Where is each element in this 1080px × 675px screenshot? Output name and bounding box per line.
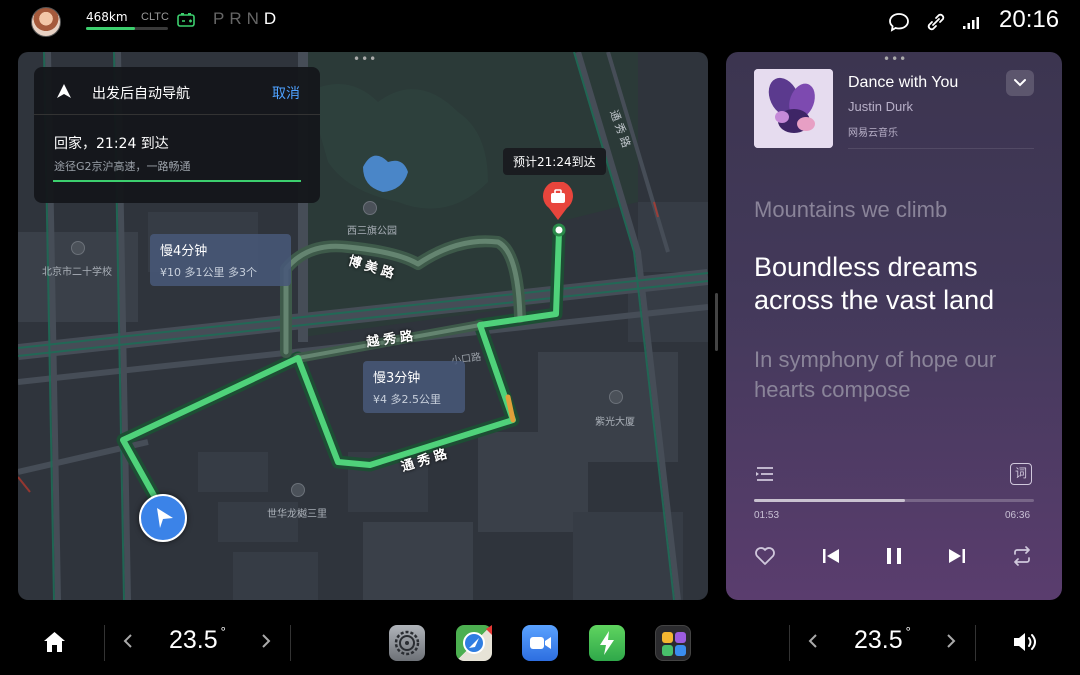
charging-app-icon[interactable] <box>589 625 625 661</box>
compass-icon <box>463 625 492 654</box>
school-label: 北京市二十学校 <box>42 267 112 278</box>
gear-r: R <box>229 9 247 28</box>
lyric-previous: Mountains we climb <box>754 197 948 222</box>
auto-navigation-title: 出发后自动导航 <box>92 86 190 102</box>
navigation-eta: 回家，21:24 到达 <box>54 136 169 152</box>
destination-eta-bubble: 预计21:24到达 <box>503 148 606 175</box>
gear-p: P <box>213 9 230 28</box>
music-player: ••• Dance with You Justin Durk 网易云音乐 Mou… <box>726 52 1062 600</box>
range-bar <box>86 27 168 30</box>
maps-app-icon[interactable] <box>456 625 492 661</box>
gear-n: N <box>246 9 264 28</box>
battery-charging-icon <box>177 13 195 27</box>
alt-route-1-time: 慢4分钟 <box>160 244 208 259</box>
video-call-app-icon[interactable] <box>522 625 558 661</box>
gear-selector: PRND <box>213 9 281 29</box>
right-temperature-value: 23.5 <box>854 626 903 654</box>
current-location-marker <box>139 494 187 542</box>
album-art-image <box>754 69 833 148</box>
tower-poi-icon <box>609 390 623 404</box>
range-standard: CLTC <box>141 11 169 23</box>
temp-right-increase-icon[interactable] <box>944 630 958 652</box>
dock-divider <box>290 625 291 661</box>
lightning-bolt-icon <box>600 631 614 655</box>
gear-icon <box>394 630 420 656</box>
navigation-route-bar <box>53 180 301 182</box>
volume-icon[interactable] <box>1012 631 1040 653</box>
favorite-heart-icon[interactable] <box>753 545 777 567</box>
alt-route-card-2[interactable]: 慢3分钟 ¥4 多2.5公里 <box>363 361 465 413</box>
right-temperature-degree: ° <box>905 624 911 639</box>
navigation-route-description: 途径G2京沪高速，一路畅通 <box>54 160 191 173</box>
dock-divider <box>104 625 105 661</box>
gear-d: D <box>263 9 282 28</box>
map-drag-handle[interactable]: ••• <box>353 53 377 65</box>
left-temperature: 23.5 ° <box>169 624 226 655</box>
music-drag-handle[interactable]: ••• <box>883 53 907 65</box>
navigation-panel: 出发后自动导航 取消 回家，21:24 到达 途径G2京沪高速，一路畅通 <box>34 67 320 203</box>
album-cover[interactable] <box>754 69 833 148</box>
music-divider <box>848 148 1034 149</box>
pause-icon[interactable] <box>883 545 905 567</box>
park-label: 西三旗公园 <box>347 226 397 237</box>
residence-poi-icon <box>291 483 305 497</box>
alt-route-2-detail: ¥4 多2.5公里 <box>373 393 441 406</box>
cancel-navigation-button[interactable]: 取消 <box>272 83 300 103</box>
dock-divider <box>789 625 790 661</box>
alt-route-2-time: 慢3分钟 <box>373 371 421 386</box>
apps-grid-icon <box>662 632 686 656</box>
left-temperature-value: 23.5 <box>169 626 218 654</box>
clock: 20:16 <box>999 6 1060 33</box>
navigate-arrow-icon <box>57 84 71 98</box>
video-camera-icon <box>530 637 551 649</box>
chevron-down-icon <box>1014 79 1026 87</box>
next-track-icon[interactable] <box>946 545 968 567</box>
lyric-next: In symphony of hope our hearts compose <box>754 347 997 402</box>
time-elapsed: 01:53 <box>754 510 780 521</box>
tower-label: 紫光大厦 <box>595 417 635 428</box>
split-view-handle[interactable] <box>715 293 718 351</box>
repeat-icon[interactable] <box>1010 545 1034 567</box>
song-title: Dance with You <box>848 74 959 91</box>
app-grid-icon[interactable] <box>655 625 691 661</box>
collapse-button[interactable] <box>1006 70 1034 96</box>
playlist-icon[interactable] <box>754 464 776 484</box>
link-icon[interactable] <box>924 10 948 34</box>
destination-pin-icon[interactable] <box>541 182 575 222</box>
home-icon[interactable] <box>42 630 67 654</box>
alt-route-card-1[interactable]: 慢4分钟 ¥10 多1公里 多3个 <box>150 234 291 286</box>
signal-icon <box>963 17 979 29</box>
navigation-arrow-icon <box>157 508 173 528</box>
status-bar: 468km CLTC PRND 20:16 <box>0 0 1080 44</box>
temp-left-increase-icon[interactable] <box>259 630 273 652</box>
temp-left-decrease-icon[interactable] <box>121 630 135 652</box>
navigation-panel-header: 出发后自动导航 取消 <box>34 67 320 115</box>
navigation-map[interactable]: ••• 西三旗公园 北京市二十学校 紫光大厦 世华龙樾三里 博美路 越秀路 通秀… <box>18 52 708 600</box>
right-temperature: 23.5 ° <box>854 624 911 655</box>
residence-label: 世华龙樾三里 <box>267 509 327 520</box>
park-poi-icon <box>363 201 377 215</box>
music-source: 网易云音乐 <box>848 128 898 139</box>
settings-app-icon[interactable] <box>389 625 425 661</box>
lyric-current: Boundless dreams across the vast land <box>754 252 995 315</box>
song-artist: Justin Durk <box>848 99 914 114</box>
message-icon[interactable] <box>887 10 911 34</box>
time-total: 06:36 <box>1005 510 1031 521</box>
bottom-dock: 23.5 ° 23.5 ° <box>0 608 1080 675</box>
user-avatar[interactable] <box>31 7 61 37</box>
playback-progress-bar[interactable] <box>754 499 1034 502</box>
dock-divider <box>975 625 976 661</box>
temp-right-decrease-icon[interactable] <box>806 630 820 652</box>
lyrics-toggle-button[interactable]: 词 <box>1010 463 1032 485</box>
left-temperature-degree: ° <box>220 624 226 639</box>
range-value: 468km <box>86 10 128 24</box>
alt-route-1-detail: ¥10 多1公里 多3个 <box>160 266 257 279</box>
school-poi-icon <box>71 241 85 255</box>
previous-track-icon[interactable] <box>820 545 842 567</box>
